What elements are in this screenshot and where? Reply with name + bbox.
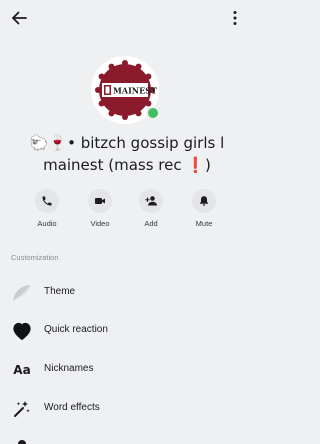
avatar-logo-text: MAINEST <box>113 86 157 96</box>
black-heart-icon <box>11 321 33 341</box>
top-bar <box>0 0 250 36</box>
phone-icon <box>42 196 52 206</box>
back-button[interactable] <box>10 9 28 27</box>
add-people-circle[interactable] <box>139 189 163 213</box>
online-status-dot <box>146 106 160 120</box>
word-effects-row[interactable]: Word effects <box>0 392 250 426</box>
video-camera-icon <box>95 198 105 204</box>
word-effects-label: Word effects <box>44 402 100 413</box>
audio-call-button[interactable]: Audio <box>30 189 64 228</box>
text-aa-glyph: Aa <box>13 363 31 377</box>
mute-label: Mute <box>195 219 213 228</box>
mute-circle[interactable] <box>192 189 216 213</box>
video-call-circle[interactable] <box>88 189 112 213</box>
audio-label: Audio <box>37 219 57 228</box>
text-aa-icon: Aa <box>11 360 33 380</box>
customization-section-label: Customization <box>11 253 59 262</box>
add-person-icon <box>144 196 157 206</box>
video-label: Video <box>90 219 110 228</box>
theme-icon <box>11 283 33 303</box>
quick-reaction-row[interactable]: Quick reaction <box>0 314 250 348</box>
theme-row[interactable]: Theme <box>0 276 250 310</box>
bell-icon <box>200 196 208 206</box>
quick-reaction-label: Quick reaction <box>44 324 108 335</box>
mute-button[interactable]: Mute <box>187 189 221 228</box>
nicknames-row[interactable]: Aa Nicknames <box>0 353 250 387</box>
vertical-dots-icon <box>233 11 237 25</box>
group-title: 🐑🍷• bitzch gossip girls l mainest (mass … <box>29 134 225 174</box>
add-label: Add <box>144 219 158 228</box>
group-avatar-container[interactable]: MAINEST <box>91 56 160 124</box>
nicknames-label: Nicknames <box>44 363 94 374</box>
sparkle-wand-icon <box>11 399 33 419</box>
theme-label: Theme <box>44 286 76 297</box>
video-call-button[interactable]: Video <box>83 189 117 228</box>
partial-row-icon <box>18 440 26 444</box>
partial-list-row <box>0 432 250 444</box>
audio-call-circle[interactable] <box>35 189 59 213</box>
arrow-left-icon <box>12 11 27 25</box>
action-row: Audio Video Add Mute <box>28 189 224 233</box>
add-people-button[interactable]: Add <box>134 189 168 228</box>
more-options-button[interactable] <box>232 10 238 26</box>
